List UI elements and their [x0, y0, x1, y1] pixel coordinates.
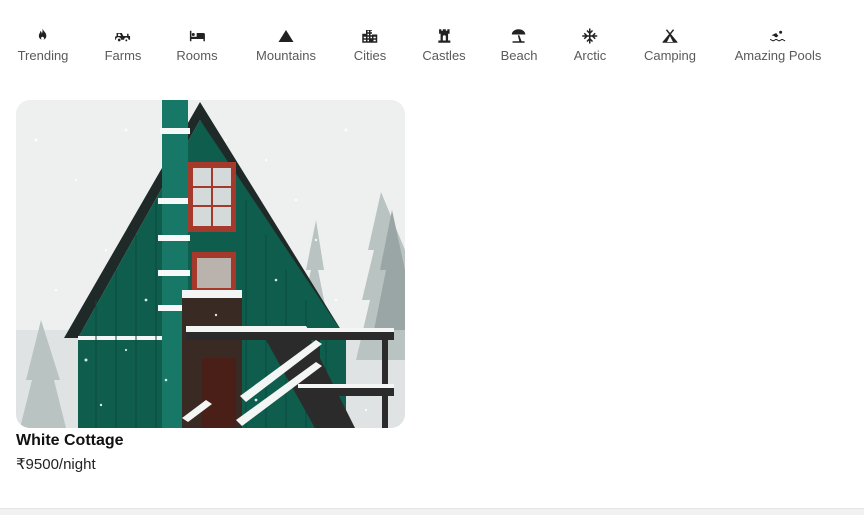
category-label: Cities [353, 48, 387, 63]
tent-icon [659, 26, 681, 46]
category-arctic[interactable]: Arctic [573, 26, 607, 63]
category-label: Trending [17, 48, 69, 63]
category-beach[interactable]: Beach [500, 26, 538, 63]
bed-icon [186, 26, 208, 46]
category-trending[interactable]: Trending [17, 26, 69, 63]
category-farms[interactable]: Farms [104, 26, 142, 63]
mountain-icon [275, 26, 297, 46]
category-label: Rooms [176, 48, 218, 63]
category-castles[interactable]: Castles [422, 26, 466, 63]
category-label: Amazing Pools [734, 48, 822, 63]
listing-title[interactable]: White Cottage [16, 432, 405, 450]
snowflake-icon [579, 26, 601, 46]
tractor-icon [112, 26, 134, 46]
listing-price: ₹9500/night [16, 456, 96, 473]
category-label: Castles [422, 48, 466, 63]
category-label: Farms [104, 48, 142, 63]
castle-icon [433, 26, 455, 46]
category-rooms[interactable]: Rooms [176, 26, 218, 63]
fire-icon [32, 26, 54, 46]
listing-photo[interactable] [16, 100, 405, 428]
umbrella-beach-icon [508, 26, 530, 46]
category-label: Arctic [573, 48, 607, 63]
category-amazing-pools[interactable]: Amazing Pools [734, 26, 822, 63]
category-label: Mountains [256, 48, 316, 63]
city-icon [359, 26, 381, 46]
listing-card[interactable]: White Cottage ₹9500/night [16, 100, 405, 473]
category-mountains[interactable]: Mountains [256, 26, 316, 63]
category-label: Camping [643, 48, 697, 63]
category-label: Beach [500, 48, 538, 63]
swimmer-icon [767, 26, 789, 46]
category-cities[interactable]: Cities [353, 26, 387, 63]
category-bar: Trending Farms Rooms Mountains Cities Ca… [0, 26, 864, 70]
category-camping[interactable]: Camping [644, 26, 696, 63]
